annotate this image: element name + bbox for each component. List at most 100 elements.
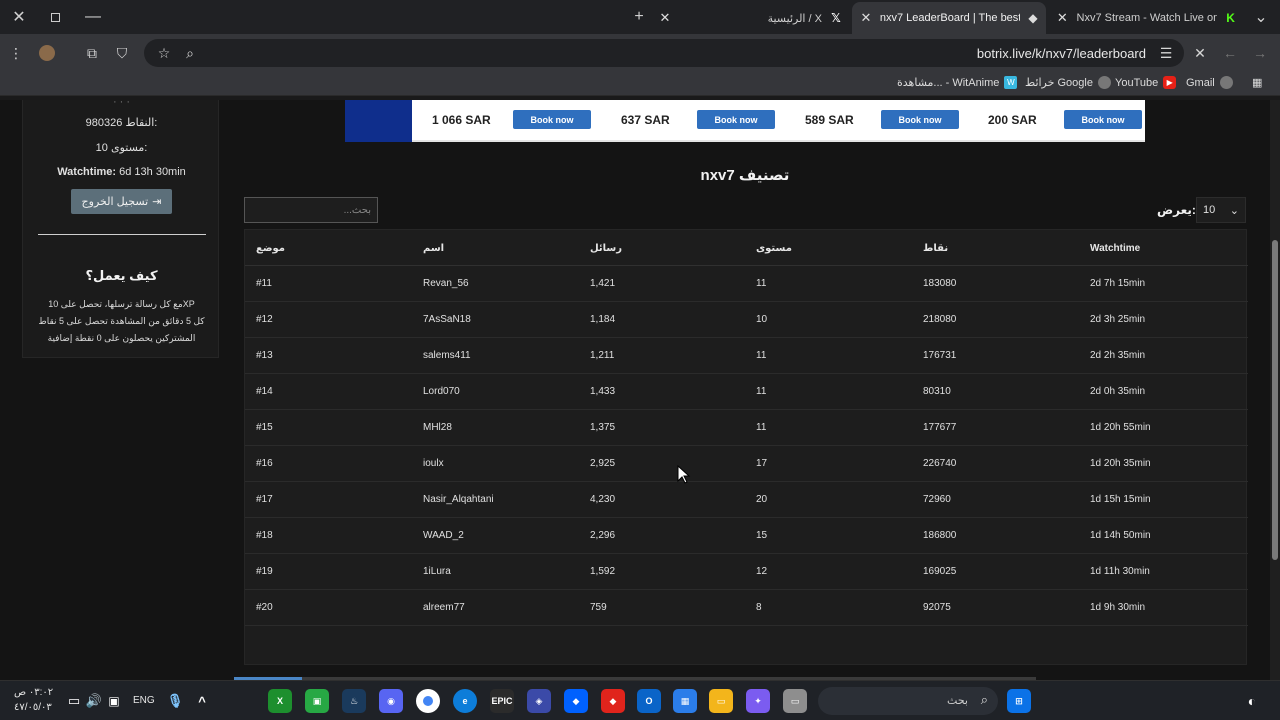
- row-level: 12: [756, 566, 768, 577]
- widgets-icon[interactable]: ◐: [1240, 689, 1264, 713]
- row-points: 176731: [923, 350, 957, 361]
- row-points: 186800: [923, 530, 957, 541]
- kick-icon: K: [1226, 11, 1235, 25]
- book-now-button[interactable]: Book now: [513, 110, 591, 129]
- row-messages: 2,925: [590, 458, 616, 469]
- row-name: alreem77: [423, 602, 465, 613]
- chevron-up-icon[interactable]: ^: [190, 689, 214, 713]
- forward-arrow-icon[interactable]: →: [1250, 43, 1270, 63]
- page-size-select[interactable]: 10 ⌄: [1196, 197, 1246, 223]
- input-language[interactable]: ENG: [133, 695, 155, 706]
- page-size-value: 10: [1203, 204, 1216, 216]
- row-watchtime: 1d 20h 55min: [1090, 422, 1151, 433]
- tab-search-button[interactable]: ⌄: [1242, 0, 1280, 34]
- steam-icon[interactable]: ♨: [342, 689, 366, 713]
- bookmark-witanime[interactable]: مشاهدة... - WitAnime W: [897, 76, 1018, 89]
- minimize-window-button[interactable]: —: [74, 0, 112, 34]
- tab-x-home[interactable]: ✕ الرئيسية / X 𝕏: [656, 2, 850, 34]
- bookmark-star-icon[interactable]: ☆: [154, 43, 174, 63]
- microphone-icon[interactable]: 🎙: [163, 689, 187, 713]
- column-header-level[interactable]: مستوى: [756, 243, 792, 254]
- row-level: 17: [756, 458, 768, 469]
- bookmark-label: خرائط Google: [1025, 77, 1093, 89]
- table-row: #13 salems411 1,211 11 176731 2d 2h 35min: [245, 338, 1248, 374]
- taskbar-search[interactable]: بحث ⌕: [818, 687, 998, 715]
- tab-kick-stream[interactable]: ✕ Nxv7 Stream - Watch Live on K K: [1050, 2, 1244, 34]
- menu-icon[interactable]: ⋮: [6, 43, 26, 63]
- column-header-watchtime[interactable]: Watchtime: [1090, 243, 1140, 254]
- scrollbar-thumb[interactable]: [1272, 240, 1278, 560]
- windows-start-icon[interactable]: ⊞: [1007, 689, 1031, 713]
- row-points: 183080: [923, 278, 957, 289]
- copilot-icon[interactable]: ✦: [746, 689, 770, 713]
- clock-time[interactable]: ٠٣:٠٢ ص: [14, 687, 53, 698]
- row-points: 80310: [923, 386, 951, 397]
- tab-leaderboard[interactable]: ✕ nxv7 LeaderBoard | The best Ch ◆: [852, 2, 1046, 34]
- store-icon[interactable]: ▦: [673, 689, 697, 713]
- bookmark-google-maps[interactable]: خرائط Google: [1025, 76, 1111, 89]
- xbox-icon[interactable]: X: [268, 689, 292, 713]
- shield-icon[interactable]: ⛉: [112, 43, 132, 63]
- window-icon[interactable]: ▭: [783, 689, 807, 713]
- file-explorer-icon[interactable]: ▭: [709, 689, 733, 713]
- column-header-points[interactable]: نقاط: [923, 243, 948, 254]
- column-header-position[interactable]: موضع: [256, 243, 285, 254]
- chrome-icon[interactable]: [416, 689, 440, 713]
- table-row: #19 1iLura 1,592 12 169025 1d 11h 30min: [245, 554, 1248, 590]
- bookmarks-apps-icon[interactable]: ▦: [1252, 76, 1262, 89]
- dev-app-icon[interactable]: ◈: [527, 689, 551, 713]
- row-position: #20: [256, 602, 273, 613]
- book-now-button[interactable]: Book now: [697, 110, 775, 129]
- close-icon[interactable]: ✕: [858, 10, 874, 26]
- reload-stop-icon[interactable]: ✕: [1190, 43, 1210, 63]
- network-icon[interactable]: ▣: [102, 689, 126, 713]
- table-row: #14 Lord070 1,433 11 80310 2d 0h 35min: [245, 374, 1248, 410]
- site-settings-icon[interactable]: ☰: [1156, 43, 1176, 63]
- back-arrow-icon[interactable]: ←: [1220, 43, 1240, 63]
- ad-price: 1 066 SAR: [432, 113, 491, 127]
- tab-strip: ✕ — + ✕ الرئيسية / X 𝕏 ✕ nxv7 LeaderBoar…: [0, 0, 1280, 34]
- points-stat: 980326 النقاط:: [85, 117, 158, 129]
- new-tab-button[interactable]: +: [620, 0, 658, 34]
- book-now-button[interactable]: Book now: [881, 110, 959, 129]
- search-input[interactable]: [244, 197, 378, 223]
- row-watchtime: 2d 2h 35min: [1090, 350, 1146, 361]
- restore-window-button[interactable]: [36, 0, 74, 34]
- search-icon[interactable]: ⌕: [180, 43, 200, 63]
- row-level: 20: [756, 494, 768, 505]
- leaderboard-table: موضع اسم رسائل مستوى نقاط Watchtime #11 R…: [244, 229, 1248, 665]
- tab-title: nxv7 LeaderBoard | The best Ch: [879, 12, 1020, 24]
- epic-games-icon[interactable]: EPIC: [490, 689, 514, 713]
- row-name: Nasir_Alqahtani: [423, 494, 494, 505]
- dropbox-icon[interactable]: ◆: [564, 689, 588, 713]
- close-icon[interactable]: ✕: [1054, 10, 1071, 26]
- row-messages: 1,375: [590, 422, 616, 433]
- logout-button[interactable]: تسجيل الخروج ⇥: [71, 189, 172, 214]
- book-now-button[interactable]: Book now: [1064, 110, 1142, 129]
- column-header-messages[interactable]: رسائل: [590, 243, 622, 254]
- row-name: Revan_56: [423, 278, 469, 289]
- gamebar-icon[interactable]: ▣: [305, 689, 329, 713]
- clock-date[interactable]: ٤٧/٠٥/٠٣: [14, 702, 52, 713]
- ad-banner[interactable]: 1 066 SAR Book now 637 SAR Book now 589 …: [345, 100, 1145, 142]
- row-watchtime: 1d 11h 30min: [1090, 566, 1150, 577]
- close-window-button[interactable]: ✕: [0, 0, 38, 34]
- extensions-icon[interactable]: ⧉: [82, 43, 102, 63]
- address-bar[interactable]: ☆ ⌕ botrix.live/k/nxv7/leaderboard ☰: [144, 39, 1184, 67]
- profile-avatar[interactable]: [37, 43, 57, 63]
- table-row: #16 ioulx 2,925 17 226740 1d 20h 35min: [245, 446, 1248, 482]
- outlook-icon[interactable]: O: [637, 689, 661, 713]
- row-messages: 4,230: [590, 494, 616, 505]
- close-icon[interactable]: ✕: [656, 10, 674, 26]
- red-app-icon[interactable]: ◆: [601, 689, 625, 713]
- page-scrollbar[interactable]: [1270, 100, 1280, 680]
- edge-icon[interactable]: e: [453, 689, 477, 713]
- url-text[interactable]: botrix.live/k/nxv7/leaderboard: [977, 46, 1146, 61]
- globe-icon: [1097, 76, 1111, 89]
- column-header-name[interactable]: اسم: [423, 243, 444, 254]
- row-watchtime: 2d 7h 15min: [1090, 278, 1146, 289]
- bookmark-youtube[interactable]: YouTube ▶: [1115, 76, 1177, 89]
- bookmark-gmail[interactable]: Gmail: [1186, 76, 1233, 89]
- discord-icon[interactable]: ◉: [379, 689, 403, 713]
- row-points: 226740: [923, 458, 957, 469]
